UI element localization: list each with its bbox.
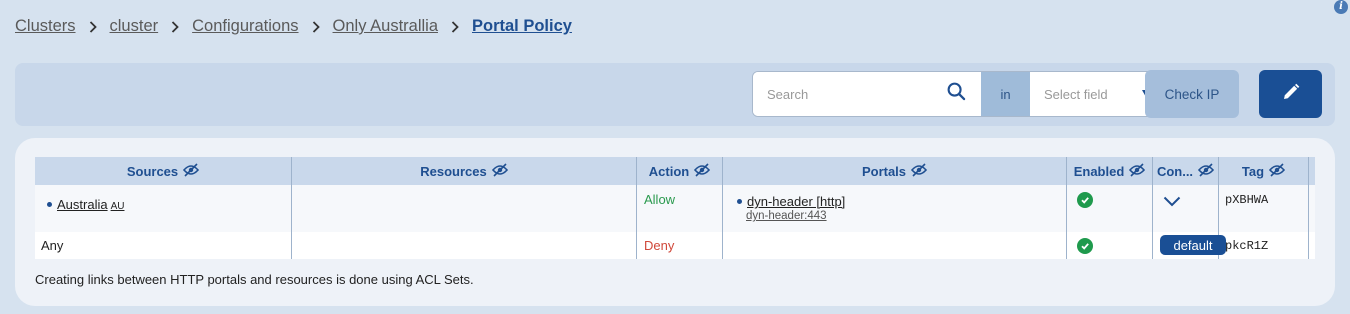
cell-enabled — [1067, 232, 1153, 259]
cell-resources — [292, 185, 637, 232]
cell-con — [1153, 185, 1219, 232]
eye-off-icon[interactable] — [183, 162, 200, 180]
cell-resources — [292, 232, 637, 259]
breadcrumb-only-australlia[interactable]: Only Australlia — [333, 17, 438, 36]
breadcrumb-portal-policy[interactable]: Portal Policy — [472, 17, 572, 36]
table-row[interactable]: Australia AU Allow dyn-header [http] dyn… — [35, 185, 1315, 232]
check-circle-icon — [1077, 238, 1093, 254]
column-header-enabled[interactable]: Enabled — [1067, 157, 1153, 185]
edit-button[interactable] — [1259, 70, 1322, 118]
column-header-tag[interactable]: Tag — [1219, 157, 1309, 185]
eye-off-icon[interactable] — [1129, 162, 1146, 180]
column-header-con[interactable]: Con... — [1153, 157, 1219, 185]
breadcrumb-clusters[interactable]: Clusters — [15, 17, 76, 36]
info-icon[interactable]: i — [1334, 0, 1348, 14]
column-header-resources[interactable]: Resources — [292, 157, 637, 185]
cell-spacer — [1309, 185, 1315, 232]
cell-action: Allow — [637, 185, 723, 232]
breadcrumb-cluster[interactable]: cluster — [110, 17, 159, 36]
breadcrumb: Clusters cluster Configurations Only Aus… — [15, 17, 572, 36]
check-circle-icon — [1077, 192, 1093, 208]
column-header-portals[interactable]: Portals — [723, 157, 1067, 185]
source-link[interactable]: Australia AU — [47, 197, 124, 212]
tag-value: pkcR1Z — [1225, 239, 1269, 253]
field-select-placeholder: Select field — [1044, 86, 1108, 102]
cell-tag: pXBHWA — [1219, 185, 1309, 232]
tag-value: pXBHWA — [1225, 193, 1269, 207]
eye-off-icon[interactable] — [910, 162, 928, 180]
footnote: Creating links between HTTP portals and … — [35, 272, 474, 287]
breadcrumb-configurations[interactable]: Configurations — [192, 17, 298, 36]
table-header: Sources Resources Action Portals Enabled… — [35, 157, 1315, 185]
policy-table: Sources Resources Action Portals Enabled… — [35, 157, 1315, 259]
policy-card: Sources Resources Action Portals Enabled… — [15, 138, 1335, 306]
action-deny: Deny — [644, 238, 675, 253]
eye-off-icon[interactable] — [1197, 162, 1215, 180]
portal-link[interactable]: dyn-header [http] — [737, 194, 845, 209]
toolbar: in Select field Check IP — [15, 63, 1335, 126]
country-code: AU — [110, 201, 125, 212]
cell-action: Deny — [637, 232, 723, 259]
pencil-icon — [1282, 83, 1300, 106]
field-select[interactable]: Select field — [1030, 72, 1160, 116]
search-icon — [947, 82, 966, 106]
chevron-right-icon — [451, 20, 459, 33]
portal-address[interactable]: dyn-header:443 — [746, 210, 827, 222]
cell-portals — [723, 232, 1067, 259]
chevron-right-icon — [171, 20, 179, 33]
source-name[interactable]: Australia — [57, 197, 108, 212]
cell-portals: dyn-header [http] dyn-header:443 — [723, 185, 1067, 232]
check-ip-button[interactable]: Check IP — [1145, 70, 1239, 118]
bullet-icon — [737, 199, 742, 204]
eye-off-icon[interactable] — [1269, 162, 1286, 180]
cell-sources: Australia AU — [35, 185, 292, 232]
in-label: in — [981, 72, 1030, 116]
bullet-icon — [47, 202, 52, 207]
table-row[interactable]: Any Deny default pkcR1Z — [35, 232, 1315, 259]
column-header-action[interactable]: Action — [637, 157, 723, 185]
column-header-sources[interactable]: Sources — [35, 157, 292, 185]
cell-tag: pkcR1Z — [1219, 232, 1309, 259]
cell-enabled — [1067, 185, 1153, 232]
default-badge: default — [1160, 235, 1226, 255]
search-group: in Select field — [752, 71, 1161, 117]
cell-spacer — [1309, 232, 1315, 259]
search-button[interactable] — [947, 72, 981, 116]
cell-con: default — [1153, 232, 1226, 259]
eye-off-icon[interactable] — [694, 162, 711, 180]
chevron-down-icon[interactable] — [1163, 195, 1181, 210]
chevron-right-icon — [89, 20, 97, 33]
column-header-spacer — [1309, 157, 1315, 185]
source-any: Any — [41, 238, 64, 253]
eye-off-icon[interactable] — [491, 162, 508, 180]
action-allow: Allow — [644, 192, 676, 207]
portal-name[interactable]: dyn-header [http] — [747, 194, 845, 209]
chevron-right-icon — [312, 20, 320, 33]
search-input[interactable] — [753, 72, 947, 116]
cell-sources: Any — [35, 232, 292, 259]
